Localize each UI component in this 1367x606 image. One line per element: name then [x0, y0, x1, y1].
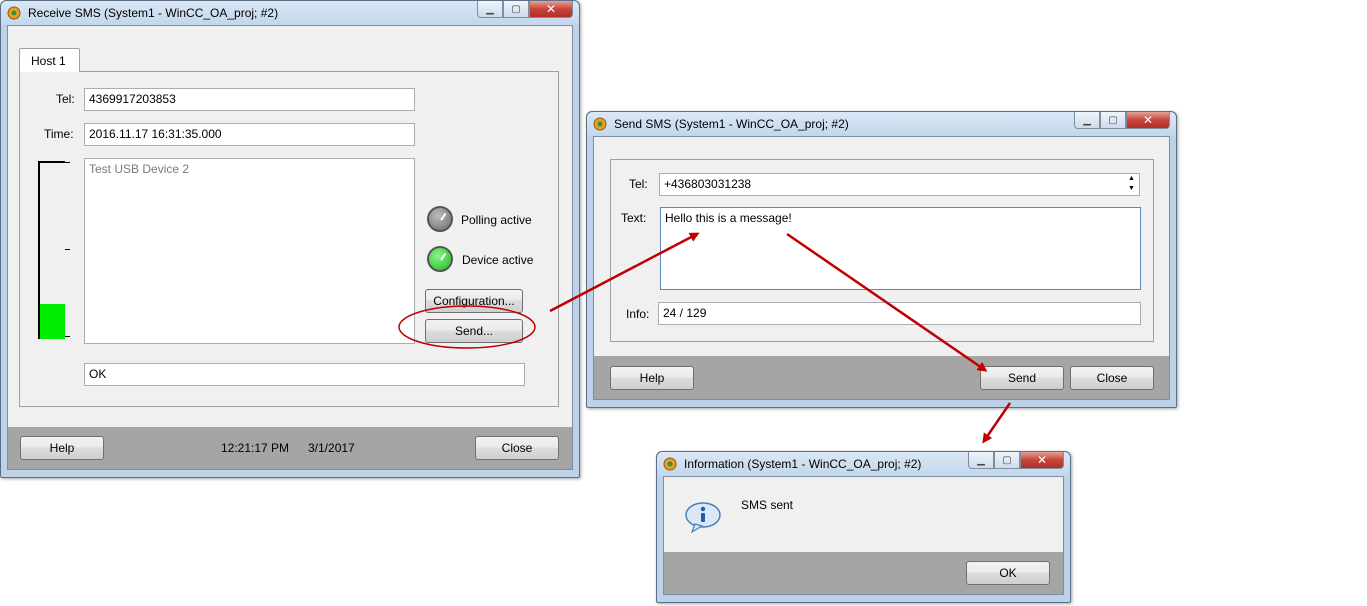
- arrow-to-info: [982, 402, 1012, 444]
- arrow-to-text: [549, 232, 700, 313]
- tab-host-1[interactable]: Host 1: [19, 48, 80, 72]
- annotation-overlay: [398, 232, 1012, 444]
- send-highlight-ellipse: [398, 305, 536, 349]
- arrow-to-send: [786, 232, 988, 372]
- tab-host-1-label: Host 1: [31, 54, 66, 68]
